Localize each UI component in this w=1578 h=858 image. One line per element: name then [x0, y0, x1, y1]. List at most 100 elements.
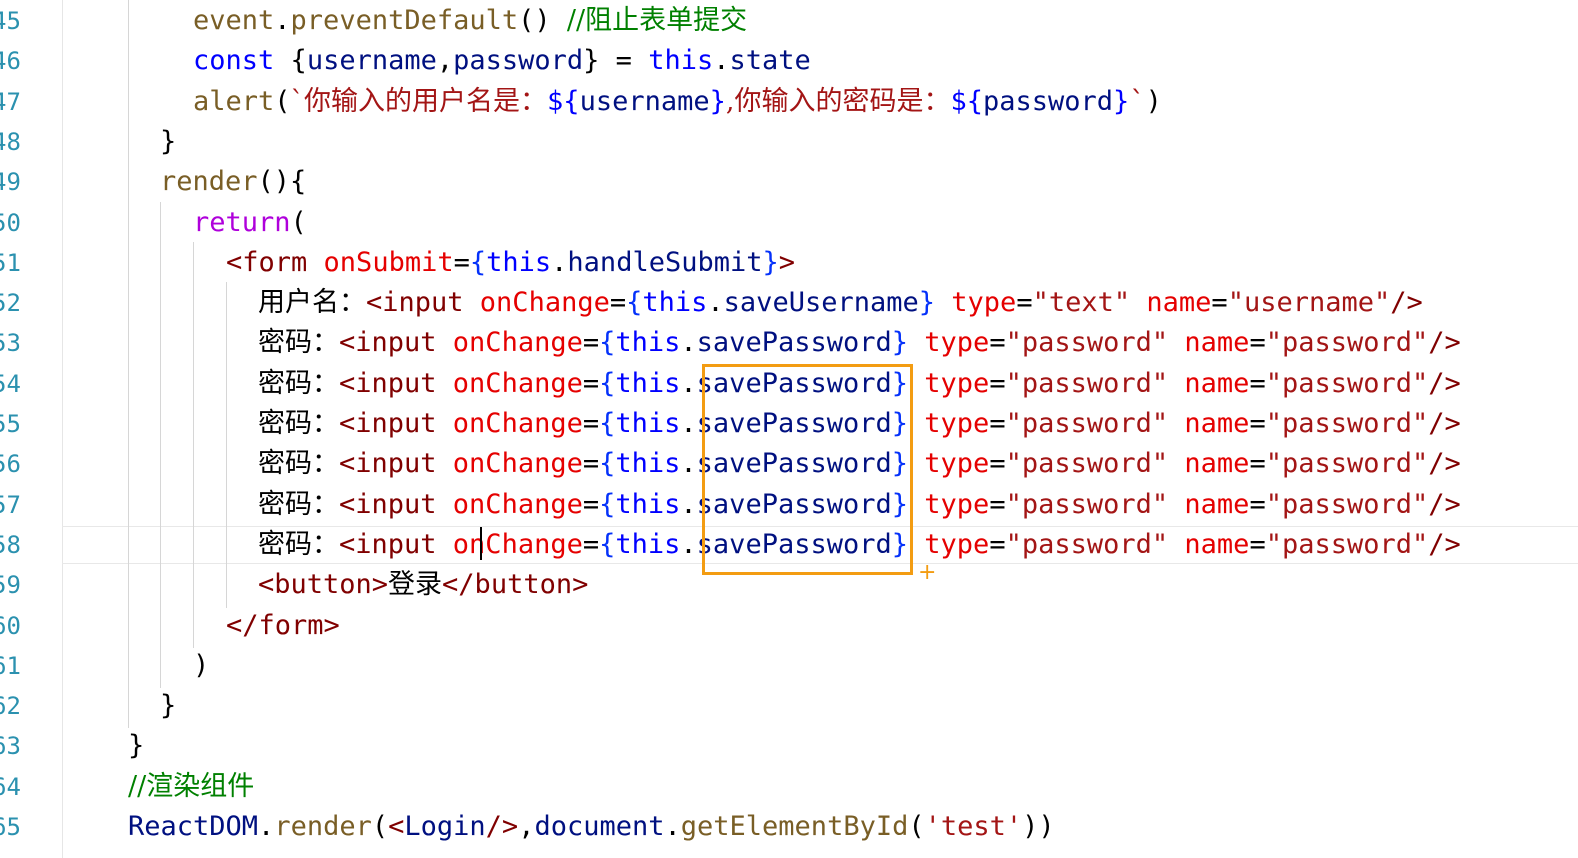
code-token: onChange — [452, 528, 583, 560]
code-token: { — [599, 408, 616, 439]
code-token: . — [274, 5, 291, 36]
code-token: "password" — [1005, 488, 1169, 520]
code-token: 密码： — [258, 488, 339, 520]
line-number: 62 — [0, 692, 21, 721]
code-token: "password" — [1005, 327, 1169, 359]
code-token: ${ — [950, 85, 983, 117]
code-token: = — [582, 408, 600, 439]
code-token: return — [193, 206, 291, 238]
code-line[interactable]: 63} — [0, 726, 1578, 766]
code-token: state — [729, 45, 811, 77]
code-token: { — [599, 528, 616, 560]
code-token: = — [582, 488, 600, 520]
code-token: "password" — [1265, 448, 1429, 480]
code-line[interactable]: 62} — [0, 686, 1578, 726]
code-token: = — [1249, 367, 1266, 399]
code-token: password — [982, 85, 1114, 117]
code-token: onSubmit — [323, 246, 454, 278]
code-token: . — [680, 367, 697, 399]
code-token: preventDefault — [290, 5, 519, 36]
line-number: 51 — [0, 248, 21, 277]
code-token: = — [989, 528, 1006, 560]
code-token: <input — [339, 367, 453, 399]
code-token: name — [1184, 528, 1250, 560]
code-token: { — [599, 488, 616, 520]
code-line[interactable]: 47alert(`你输入的用户名是：${username},你输入的密码是：${… — [0, 82, 1578, 122]
code-line[interactable]: 61) — [0, 646, 1578, 686]
line-number: 56 — [0, 450, 21, 479]
code-token: <form — [226, 246, 324, 278]
code-token: type — [924, 367, 990, 399]
code-token: ) — [193, 649, 210, 681]
code-token: type — [924, 448, 990, 480]
code-line[interactable]: 49 render(){ — [0, 162, 1578, 202]
code-text: } — [160, 686, 176, 726]
code-token: /> — [485, 811, 519, 842]
code-token: /> — [1428, 367, 1461, 399]
line-number: 64 — [0, 772, 21, 801]
code-token: . — [551, 246, 568, 278]
code-token: document — [534, 811, 665, 842]
code-text: const {username,password} = this.state — [193, 41, 811, 81]
code-token: = — [989, 488, 1006, 520]
code-token: = — [1211, 287, 1228, 319]
code-token: "password" — [1005, 367, 1169, 399]
code-token: ( — [908, 811, 925, 842]
code-text: <form onSubmit={this.handleSubmit}> — [226, 243, 795, 283]
code-token: onChange — [452, 488, 583, 520]
code-token: ,你输入的密码是： — [725, 85, 951, 117]
code-token: . — [680, 528, 697, 560]
code-token: . — [707, 287, 724, 319]
code-token: , — [518, 811, 535, 842]
code-line[interactable]: 53密码：<input onChange={this.savePassword}… — [0, 323, 1578, 363]
code-token: name — [1184, 408, 1250, 439]
code-line[interactable]: 60 </form> — [0, 606, 1578, 646]
code-line[interactable]: 52用户名：<input onChange={this.saveUsername… — [0, 283, 1578, 323]
code-token: = — [609, 287, 627, 319]
code-token: ReactDOM — [128, 811, 259, 842]
code-token: < — [388, 811, 405, 842]
code-token: } — [1113, 85, 1130, 117]
code-editor[interactable]: 45event.preventDefault() //阻止表单提交46const… — [0, 0, 1578, 858]
code-token: { — [626, 287, 643, 319]
code-token: /> — [1428, 327, 1461, 359]
code-token: <input — [339, 448, 453, 480]
code-token: = — [1249, 448, 1266, 480]
code-token: } — [918, 287, 936, 319]
code-line[interactable]: 50 return( — [0, 203, 1578, 243]
line-number: 45 — [0, 7, 21, 35]
code-token: ${ — [547, 85, 580, 117]
code-token: "password" — [1005, 528, 1169, 560]
code-token: = — [989, 408, 1006, 439]
code-text: ) — [193, 646, 209, 686]
code-token: /> — [1428, 488, 1461, 520]
code-token: //阻止表单提交 — [566, 5, 748, 36]
code-token: = — [989, 448, 1006, 480]
code-text: ReactDOM.render(<Login/>,document.getEle… — [128, 807, 1055, 847]
code-line[interactable]: 64 //渲染组件 — [0, 767, 1578, 807]
code-token: = — [582, 367, 600, 399]
code-text: 用户名：<input onChange={this.saveUsername} … — [258, 283, 1423, 323]
code-line[interactable]: 65ReactDOM.render(<Login/>,document.getE… — [0, 807, 1578, 847]
code-token: <input — [366, 287, 480, 319]
code-token: render — [160, 166, 258, 198]
code-token: ( — [274, 85, 291, 117]
code-token: = — [1249, 408, 1266, 439]
code-token: = — [582, 528, 600, 560]
column-selection-box[interactable] — [702, 364, 913, 575]
code-token: this — [648, 45, 714, 77]
code-line[interactable]: 48} — [0, 122, 1578, 162]
code-token: handleSubmit — [567, 246, 763, 278]
code-token: onChange — [452, 367, 583, 399]
code-token: 密码： — [258, 408, 339, 439]
code-token: "password" — [1265, 488, 1429, 520]
code-line[interactable]: 46 const {username,password} = this.state — [0, 41, 1578, 81]
code-line[interactable]: 51 <form onSubmit={this.handleSubmit}> — [0, 243, 1578, 283]
code-token: <button> — [258, 569, 389, 601]
code-line[interactable]: 45 event.preventDefault() //阻止表单提交 — [0, 1, 1578, 41]
code-token: const — [193, 45, 291, 77]
